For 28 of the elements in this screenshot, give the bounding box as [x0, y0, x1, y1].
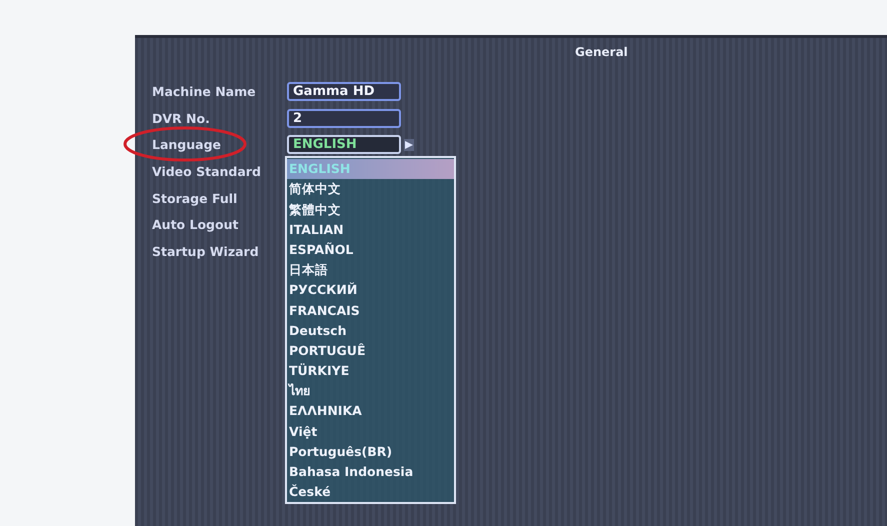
language-option[interactable]: Deutsch: [287, 320, 454, 341]
field-label: Auto Logout: [152, 217, 240, 232]
language-option[interactable]: TÜRKIYE: [287, 361, 454, 382]
language-option[interactable]: 简体中文: [287, 179, 454, 200]
language-option[interactable]: 日本語: [287, 260, 454, 280]
field-label: Startup Wizard: [152, 244, 260, 259]
field-label: DVR No.: [152, 110, 211, 126]
language-dropdown[interactable]: ENGLISH: [287, 135, 401, 154]
dropdown-caret-icon[interactable]: [404, 138, 414, 151]
field-label: Machine Name: [152, 84, 257, 99]
language-option[interactable]: ไทย: [287, 381, 454, 402]
field-label: Video Standard: [152, 164, 262, 179]
field-label: Language: [152, 137, 222, 152]
language-option[interactable]: 繁體中文: [287, 200, 454, 220]
language-option[interactable]: Português(BR): [287, 442, 454, 462]
field-label: Storage Full: [152, 190, 238, 206]
language-option[interactable]: FRANCAIS: [287, 300, 454, 321]
input-field[interactable]: Gamma HD: [287, 82, 401, 101]
language-option[interactable]: České: [287, 482, 454, 502]
language-option[interactable]: ESPAÑOL: [287, 240, 454, 260]
input-field[interactable]: 2: [287, 108, 401, 128]
language-option[interactable]: Bahasa Indonesia: [287, 462, 454, 482]
language-option[interactable]: Việt: [287, 422, 454, 442]
language-option[interactable]: ITALIAN: [287, 220, 454, 240]
language-option[interactable]: РУССКИЙ: [287, 280, 454, 301]
language-option[interactable]: ΕΛΛΗΝΙΚΑ: [287, 401, 454, 422]
window-title: General: [575, 45, 628, 59]
language-option[interactable]: PORTUGUÊ: [287, 340, 454, 362]
